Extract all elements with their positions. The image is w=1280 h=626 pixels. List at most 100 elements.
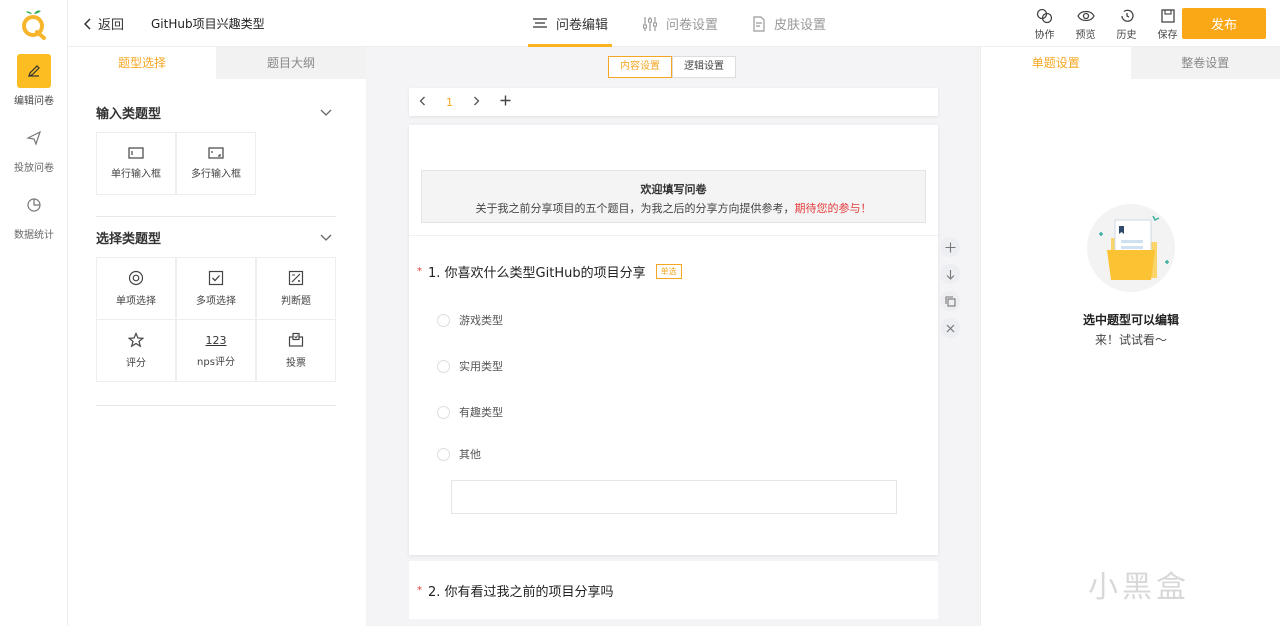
empty-title: 选中题型可以编辑 [1082, 313, 1179, 327]
pie-chart-icon [17, 188, 51, 222]
history-button[interactable]: 历史 [1106, 6, 1147, 41]
group-title: 输入类题型 [96, 107, 162, 122]
type-label: 多行输入框 [191, 169, 241, 180]
rail-data-stats[interactable]: 数据统计 [0, 188, 68, 241]
chevron-right-icon [474, 96, 480, 105]
tab-survey-settings[interactable]: 问卷设置 [640, 0, 720, 47]
divider [96, 216, 336, 217]
radio-button[interactable] [437, 405, 450, 419]
top-bar: 返回 GitHub项目兴趣类型 问卷编辑 问卷设置 皮肤设置 协作 预览 历史 … [68, 0, 1280, 47]
eye-icon [1076, 10, 1095, 22]
move-down-button[interactable] [940, 264, 960, 284]
other-text-input[interactable] [451, 480, 897, 514]
radio-button[interactable] [437, 447, 450, 461]
rail-edit-survey[interactable]: 编辑问卷 [0, 54, 68, 107]
editor-canvas: 内容设置 逻辑设置 1 欢迎填写问卷 关于我之前分享项目的五个题目，为我之后的分… [366, 47, 980, 626]
star-icon [128, 332, 144, 348]
publish-button[interactable]: 发布 [1182, 8, 1266, 39]
type-true-false[interactable]: 判断题 [256, 257, 336, 320]
welcome-title: 欢迎填写问卷 [640, 183, 707, 196]
type-label: 单项选择 [116, 296, 156, 307]
question-actions [940, 237, 960, 338]
survey-paper: 欢迎填写问卷 关于我之前分享项目的五个题目，为我之后的分享方向提供参考，期待您的… [409, 125, 938, 555]
list-icon [533, 17, 547, 28]
tab-question-types[interactable]: 题型选择 [68, 47, 216, 79]
rail-label: 编辑问卷 [14, 96, 54, 107]
question-1[interactable]: * 1. 你喜欢什么类型GitHub的项目分享 单选 游戏类型 实用类型 有趣类… [409, 235, 938, 555]
tab-label: 问卷编辑 [556, 18, 609, 33]
option-label: 实用类型 [459, 360, 503, 373]
tab-single-question-settings[interactable]: 单题设置 [981, 47, 1131, 79]
left-panel-tabs: 题型选择 题目大纲 [68, 47, 366, 79]
radio-button[interactable] [437, 359, 450, 373]
type-nps-rating[interactable]: 123 nps评分 [176, 319, 256, 382]
type-multi-choice[interactable]: 多项选择 [176, 257, 256, 320]
type-label: 评分 [126, 358, 146, 369]
top-tabs: 问卷编辑 问卷设置 皮肤设置 [527, 0, 858, 47]
type-label: 多项选择 [196, 296, 236, 307]
next-page-button[interactable] [473, 96, 480, 109]
question-title: 1. 你喜欢什么类型GitHub的项目分享 [428, 266, 646, 281]
type-single-line-input[interactable]: 单行输入框 [96, 132, 176, 195]
question-2[interactable]: * 2. 你有看过我之前的项目分享吗 [409, 561, 938, 619]
sliders-icon [643, 16, 658, 31]
single-line-input-icon [128, 147, 144, 159]
settings-panel: 单题设置 整卷设置 选中题型可以编辑 来！试试看～ [980, 47, 1280, 626]
type-label: 投票 [286, 358, 306, 369]
question-title-row: * 2. 你有看过我之前的项目分享吗 [417, 581, 614, 600]
tool-label: 历史 [1116, 30, 1137, 41]
move-button[interactable] [940, 237, 960, 257]
tab-survey-edit[interactable]: 问卷编辑 [527, 0, 613, 47]
send-icon [17, 121, 51, 155]
tab-question-outline[interactable]: 题目大纲 [216, 47, 366, 79]
required-mark: * [417, 266, 422, 277]
tab-whole-survey-settings[interactable]: 整卷设置 [1130, 47, 1280, 79]
question-type-panel: 题型选择 题目大纲 输入类题型 单行输入框 多行输入框 选择类题型 单项选择 多… [68, 47, 366, 626]
option-radio[interactable]: 有趣类型 [437, 404, 503, 420]
copy-button[interactable] [940, 291, 960, 311]
type-label: 单行输入框 [111, 169, 161, 180]
group-choice-types[interactable]: 选择类题型 [96, 228, 332, 247]
tool-label: 协作 [1034, 30, 1055, 41]
option-radio[interactable]: 实用类型 [437, 358, 503, 374]
option-radio[interactable]: 游戏类型 [437, 312, 503, 328]
survey-title: GitHub项目兴趣类型 [151, 17, 265, 31]
empty-state: 选中题型可以编辑 来！试试看～ [981, 202, 1280, 348]
option-label: 其他 [459, 448, 481, 461]
type-vote[interactable]: 投票 [256, 319, 336, 382]
nps-icon: 123 [205, 333, 227, 347]
rail-label: 数据统计 [14, 230, 54, 241]
type-label: nps评分 [197, 356, 235, 368]
group-input-types[interactable]: 输入类题型 [96, 103, 332, 122]
collaborate-button[interactable]: 协作 [1024, 6, 1065, 41]
page-number[interactable]: 1 [446, 96, 453, 109]
question-title-row: * 1. 你喜欢什么类型GitHub的项目分享 单选 [417, 262, 682, 281]
tool-label: 保存 [1157, 30, 1178, 41]
type-single-choice[interactable]: 单项选择 [96, 257, 176, 320]
back-button[interactable]: 返回 [84, 14, 124, 33]
welcome-block[interactable]: 欢迎填写问卷 关于我之前分享项目的五个题目，为我之后的分享方向提供参考，期待您的… [421, 170, 926, 223]
logic-settings-button[interactable]: 逻辑设置 [672, 56, 736, 78]
chevron-down-icon [320, 109, 332, 116]
tab-label: 皮肤设置 [774, 18, 827, 33]
multi-line-input-icon [208, 147, 224, 159]
delete-button[interactable] [940, 318, 960, 338]
content-settings-button[interactable]: 内容设置 [608, 56, 672, 78]
rail-publish-survey[interactable]: 投放问卷 [0, 121, 68, 174]
type-rating[interactable]: 评分 [96, 319, 176, 382]
radio-button[interactable] [437, 313, 450, 327]
save-icon [1160, 9, 1175, 23]
tab-skin-settings[interactable]: 皮肤设置 [750, 0, 828, 47]
option-radio[interactable]: 其他 [437, 446, 481, 462]
chevron-left-icon [419, 96, 425, 105]
preview-button[interactable]: 预览 [1065, 6, 1106, 41]
chevron-down-icon [320, 234, 332, 241]
question-type-badge: 单选 [655, 264, 682, 279]
link-icon [1036, 8, 1052, 24]
add-page-button[interactable] [500, 95, 511, 109]
back-label: 返回 [98, 18, 125, 33]
chevron-left-icon [84, 17, 91, 30]
type-multi-line-input[interactable]: 多行输入框 [176, 132, 256, 195]
prev-page-button[interactable] [419, 96, 426, 109]
welcome-desc-text: 关于我之前分享项目的五个题目，为我之后的分享方向提供参考， [475, 202, 795, 215]
